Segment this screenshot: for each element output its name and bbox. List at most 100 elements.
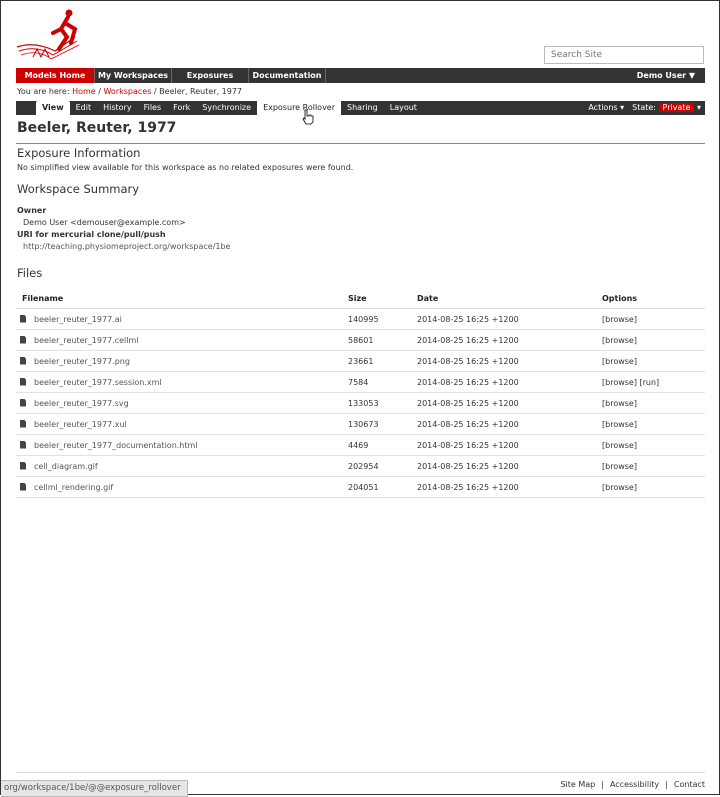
nav-my-workspaces[interactable]: My Workspaces xyxy=(95,68,172,83)
main-navigation: Models Home My Workspaces Exposures Docu… xyxy=(16,68,705,83)
file-name-cell: beeler_reuter_1977_documentation.html xyxy=(16,434,348,456)
file-name-cell: beeler_reuter_1977.xul xyxy=(16,413,348,435)
file-date-cell: 2014-08-25 16:25 +1200 xyxy=(417,455,602,477)
exposure-heading: Exposure Information xyxy=(17,146,141,160)
file-date-cell: 2014-08-25 16:25 +1200 xyxy=(417,392,602,414)
title-divider xyxy=(16,143,705,144)
file-name-cell: cell_diagram.gif xyxy=(16,455,348,477)
file-icon xyxy=(20,419,26,428)
browse-link[interactable]: [browse] xyxy=(602,392,705,414)
browse-run-links[interactable]: [browse] [run] xyxy=(602,371,705,393)
file-icon xyxy=(20,461,26,470)
file-name-cell: cellml_rendering.gif xyxy=(16,476,348,498)
table-header-row: Filename Size Date Options xyxy=(16,289,705,309)
files-table: Filename Size Date Options beeler_reuter… xyxy=(16,289,705,498)
browse-link[interactable]: [browse] xyxy=(602,434,705,456)
tab-history[interactable]: History xyxy=(97,101,137,115)
tab-exposure-rollover[interactable]: Exposure Rollover xyxy=(257,101,342,115)
browse-link[interactable]: [browse] xyxy=(602,308,705,330)
state-badge: Private xyxy=(658,103,695,112)
file-size-cell: 7584 xyxy=(348,371,417,393)
browse-link[interactable]: [browse] xyxy=(602,329,705,351)
file-size-cell: 23661 xyxy=(348,350,417,372)
file-size-cell: 4469 xyxy=(348,434,417,456)
tab-synchronize[interactable]: Synchronize xyxy=(196,101,257,115)
footer-separator: | xyxy=(665,780,668,789)
file-name-cell: beeler_reuter_1977.svg xyxy=(16,392,348,414)
breadcrumb-workspaces-link[interactable]: Workspaces xyxy=(103,87,151,96)
file-name-link[interactable]: beeler_reuter_1977.session.xml xyxy=(34,378,162,387)
table-row: beeler_reuter_1977.cellml 58601 2014-08-25… xyxy=(16,329,705,351)
summary-heading: Workspace Summary xyxy=(17,182,140,196)
file-name-link[interactable]: beeler_reuter_1977.cellml xyxy=(34,336,139,345)
uri-label: URI for mercurial clone/pull/push xyxy=(17,230,166,239)
file-size-cell: 202954 xyxy=(348,455,417,477)
file-size-cell: 58601 xyxy=(348,329,417,351)
file-name-link[interactable]: cell_diagram.gif xyxy=(34,462,98,471)
breadcrumb: You are here: Home / Workspaces / Beeler… xyxy=(17,87,242,96)
user-menu[interactable]: Demo User ▼ xyxy=(637,68,705,83)
table-row: beeler_reuter_1977.png 23661 2014-08-25 16… xyxy=(16,350,705,372)
breadcrumb-current: Beeler, Reuter, 1977 xyxy=(159,87,243,96)
file-size-cell: 130673 xyxy=(348,413,417,435)
breadcrumb-prefix: You are here: xyxy=(17,87,73,96)
file-icon xyxy=(20,440,26,449)
file-date-cell: 2014-08-25 16:25 +1200 xyxy=(417,371,602,393)
nav-models-home[interactable]: Models Home xyxy=(16,68,95,83)
nav-exposures[interactable]: Exposures xyxy=(172,68,249,83)
tab-files[interactable]: Files xyxy=(138,101,168,115)
nav-documentation[interactable]: Documentation xyxy=(249,68,326,83)
browse-link[interactable]: [browse] xyxy=(602,350,705,372)
tab-sharing[interactable]: Sharing xyxy=(341,101,384,115)
column-header-size: Size xyxy=(348,289,417,309)
footer-site-map[interactable]: Site Map xyxy=(560,780,595,789)
owner-value: Demo User <demouser@example.com> xyxy=(23,218,186,227)
table-row: cellml_rendering.gif 204051 2014-08-25 16:… xyxy=(16,476,705,498)
file-size-cell: 133053 xyxy=(348,392,417,414)
browse-link[interactable]: [browse] xyxy=(602,455,705,477)
table-row: cell_diagram.gif 202954 2014-08-25 16:25 +… xyxy=(16,455,705,477)
file-date-cell: 2014-08-25 16:25 +1200 xyxy=(417,329,602,351)
column-header-filename: Filename xyxy=(16,289,348,309)
footer-links: Site Map | Accessibility | Contact xyxy=(560,780,705,789)
footer-separator: | xyxy=(601,780,604,789)
footer-contact[interactable]: Contact xyxy=(674,780,705,789)
table-row: beeler_reuter_1977_documentation.html 446… xyxy=(16,434,705,456)
file-name-link[interactable]: beeler_reuter_1977_documentation.html xyxy=(34,441,198,450)
file-icon xyxy=(20,377,26,386)
file-name-link[interactable]: beeler_reuter_1977.xul xyxy=(34,420,127,429)
browse-link[interactable]: [browse] xyxy=(602,476,705,498)
tab-view[interactable]: View xyxy=(36,101,70,115)
state-menu[interactable]: State: Private ▾ xyxy=(632,101,701,115)
files-heading: Files xyxy=(17,266,43,280)
browse-link[interactable]: [browse] xyxy=(602,413,705,435)
breadcrumb-separator: / xyxy=(151,87,160,96)
hand-cursor-icon xyxy=(302,109,314,125)
file-date-cell: 2014-08-25 16:25 +1200 xyxy=(417,350,602,372)
footer-accessibility[interactable]: Accessibility xyxy=(610,780,659,789)
search-input[interactable] xyxy=(544,46,704,64)
tab-fork[interactable]: Fork xyxy=(167,101,196,115)
table-row: beeler_reuter_1977.xul 130673 2014-08-25 1… xyxy=(16,413,705,435)
table-row: beeler_reuter_1977.svg 133053 2014-08-25 1… xyxy=(16,392,705,414)
actions-menu[interactable]: Actions ▾ xyxy=(588,101,624,115)
owner-label: Owner xyxy=(17,206,47,215)
state-arrow: ▾ xyxy=(696,103,701,112)
tab-edit[interactable]: Edit xyxy=(70,101,98,115)
physiome-logo-icon[interactable] xyxy=(15,7,85,65)
file-icon xyxy=(20,398,26,407)
tab-layout[interactable]: Layout xyxy=(384,101,423,115)
uri-value: http://teaching.physiomeproject.org/work… xyxy=(23,242,231,251)
file-name-link[interactable]: beeler_reuter_1977.ai xyxy=(34,315,122,324)
breadcrumb-home-link[interactable]: Home xyxy=(72,87,96,96)
table-row: beeler_reuter_1977.session.xml 7584 2014-0… xyxy=(16,371,705,393)
file-size-cell: 140995 xyxy=(348,308,417,330)
file-name-link[interactable]: beeler_reuter_1977.png xyxy=(34,357,130,366)
file-name-link[interactable]: beeler_reuter_1977.svg xyxy=(34,399,129,408)
state-label: State: xyxy=(632,103,656,112)
browser-status-bar: org/workspace/1be/@@exposure_rollover xyxy=(1,780,188,797)
table-row: beeler_reuter_1977.ai 140995 2014-08-25 16… xyxy=(16,308,705,330)
file-date-cell: 2014-08-25 16:25 +1200 xyxy=(417,476,602,498)
file-name-link[interactable]: cellml_rendering.gif xyxy=(34,483,113,492)
file-icon xyxy=(20,482,26,491)
